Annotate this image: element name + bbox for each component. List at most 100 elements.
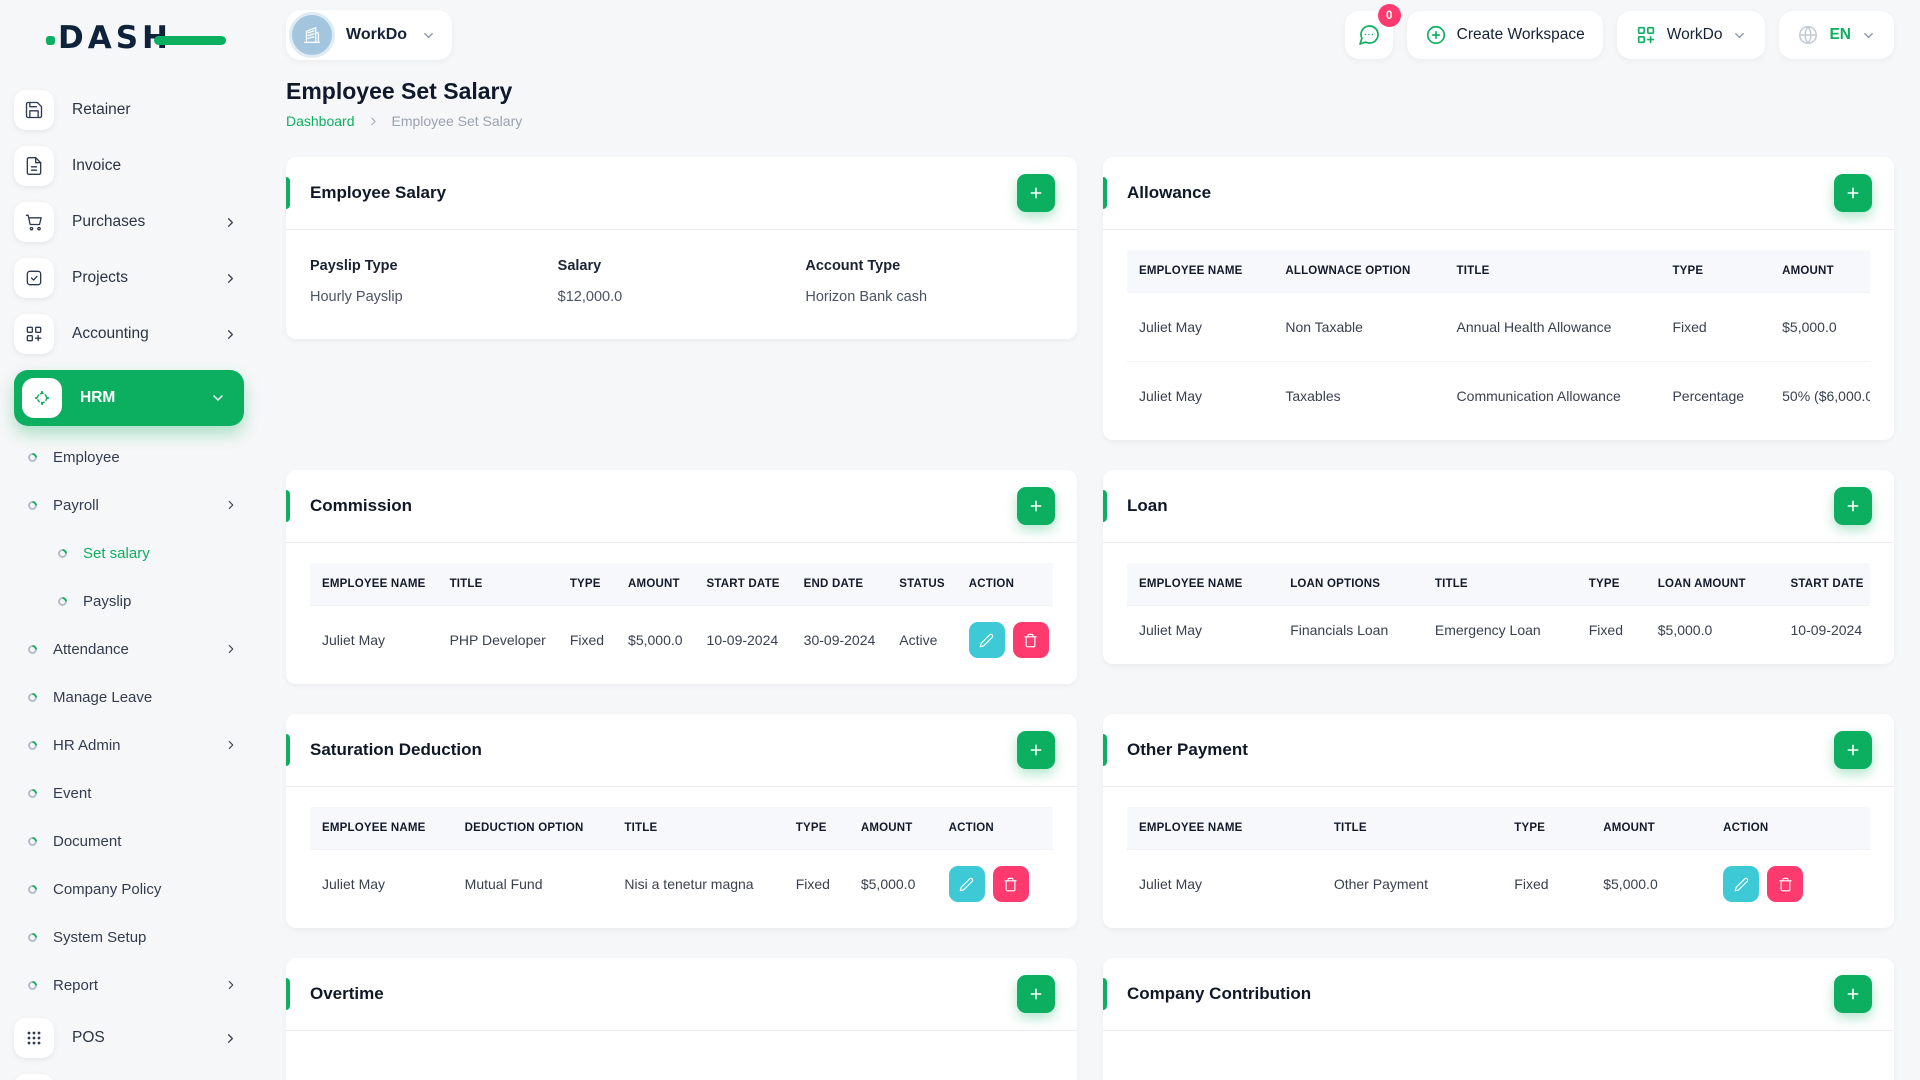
table-row: Juliet May Mutual Fund Nisi a tenetur ma…: [310, 849, 1053, 918]
language-selector[interactable]: EN: [1779, 11, 1894, 59]
type-cell: Percentage: [1660, 361, 1771, 430]
sidebar-item-manage-leave[interactable]: Manage Leave: [26, 682, 244, 712]
sidebar-item-pos[interactable]: POS: [14, 1018, 244, 1058]
add-saturation-deduction-button[interactable]: [1017, 731, 1055, 769]
end-date-cell: 30-09-2024: [791, 605, 888, 674]
employee-name-cell: Juliet May: [1127, 849, 1322, 918]
field-value: Horizon Bank cash: [805, 289, 928, 305]
title-cell: Communication Allowance: [1444, 361, 1661, 430]
column-header: START DATE: [1778, 563, 1870, 606]
sidebar-item-attendance[interactable]: Attendance: [26, 634, 244, 664]
sidebar-item-projects[interactable]: Projects: [14, 258, 244, 298]
sidebar-item-hrm[interactable]: HRM: [14, 370, 244, 426]
sidebar-item-label: POS: [72, 1029, 105, 1046]
allowance-card: Allowance EMPLOYEE NAME ALLOWNACE OPTION…: [1103, 157, 1894, 440]
other-payment-table: EMPLOYEE NAME TITLE TYPE AMOUNT ACTION J…: [1127, 807, 1870, 918]
saturation-deduction-table-container[interactable]: EMPLOYEE NAME DEDUCTION OPTION TITLE TYP…: [310, 807, 1053, 918]
column-header: TITLE: [1422, 563, 1577, 606]
workspace-selector[interactable]: WorkDo: [286, 10, 453, 60]
column-header: ACTION: [956, 563, 1053, 606]
sidebar-item-label: Attendance: [53, 640, 129, 658]
delete-button[interactable]: [1012, 622, 1049, 658]
workspace-name: WorkDo: [346, 26, 408, 43]
add-overtime-button[interactable]: [1017, 975, 1055, 1013]
sidebar-item-label: Event: [53, 784, 92, 802]
sidebar-item-retainer[interactable]: Retainer: [14, 90, 244, 130]
create-workspace-button[interactable]: Create Workspace: [1406, 11, 1603, 59]
bullet-icon: [26, 498, 39, 512]
allowance-option-cell: Taxables: [1273, 361, 1445, 430]
sidebar-item-label: Invoice: [72, 157, 122, 174]
chevron-right-icon: [367, 115, 380, 128]
employee-name-cell: Juliet May: [1127, 605, 1279, 654]
column-header: TYPE: [1660, 250, 1771, 293]
app-switcher-button[interactable]: WorkDo: [1616, 11, 1766, 59]
add-other-payment-button[interactable]: [1834, 731, 1872, 769]
messages-button[interactable]: 0: [1344, 4, 1401, 59]
loan-table: EMPLOYEE NAME LOAN OPTIONS TITLE TYPE LO…: [1127, 563, 1870, 654]
shopping-cart-icon: [14, 202, 54, 242]
sidebar-item-company-policy[interactable]: Company Policy: [26, 874, 244, 904]
floppy-disk-icon: [14, 90, 54, 130]
add-commission-button[interactable]: [1017, 487, 1055, 525]
breadcrumb-dashboard-link[interactable]: Dashboard: [286, 113, 355, 129]
column-header: STATUS: [887, 563, 957, 606]
edit-button[interactable]: [948, 866, 985, 902]
sidebar-item-crm[interactable]: CRM: [14, 1074, 244, 1080]
other-payment-card: Other Payment EMPLOYEE NAME TITLE TYPE A…: [1103, 714, 1894, 928]
column-header: ALLOWNACE OPTION: [1273, 250, 1445, 293]
type-cell: Fixed: [1660, 292, 1771, 362]
table-header-row: EMPLOYEE NAME DEDUCTION OPTION TITLE TYP…: [310, 807, 1053, 850]
sidebar-item-invoice[interactable]: Invoice: [14, 146, 244, 186]
add-employee-salary-button[interactable]: [1017, 174, 1055, 212]
card-header: Company Contribution: [1103, 958, 1894, 1031]
sidebar-item-payslip[interactable]: Payslip: [56, 586, 244, 616]
field-value: Hourly Payslip: [310, 289, 403, 305]
other-payment-table-container[interactable]: EMPLOYEE NAME TITLE TYPE AMOUNT ACTION J…: [1127, 807, 1870, 918]
sidebar-item-set-salary[interactable]: Set salary: [56, 538, 244, 568]
delete-button[interactable]: [992, 866, 1029, 902]
allowance-table: EMPLOYEE NAME ALLOWNACE OPTION TITLE TYP…: [1127, 250, 1870, 430]
column-header: TYPE: [783, 807, 849, 850]
add-loan-button[interactable]: [1834, 487, 1872, 525]
delete-button[interactable]: [1767, 866, 1804, 902]
table-header-row: EMPLOYEE NAME TITLE TYPE AMOUNT START DA…: [310, 563, 1053, 606]
add-company-contribution-button[interactable]: [1834, 975, 1872, 1013]
sidebar-item-accounting[interactable]: Accounting: [14, 314, 244, 354]
invoice-file-icon: [14, 146, 54, 186]
bullet-icon: [26, 882, 39, 896]
sidebar-item-report[interactable]: Report: [26, 970, 244, 1000]
sidebar-item-document[interactable]: Document: [26, 826, 244, 856]
sidebar-item-hr-admin[interactable]: HR Admin: [26, 730, 244, 760]
sidebar-item-purchases[interactable]: Purchases: [14, 202, 244, 242]
app-logo[interactable]: DASH: [46, 20, 226, 60]
loan-table-container[interactable]: EMPLOYEE NAME LOAN OPTIONS TITLE TYPE LO…: [1127, 563, 1870, 654]
card-title: Other Payment: [1127, 740, 1248, 759]
sidebar-item-label: Accounting: [72, 325, 149, 342]
allowance-table-container[interactable]: EMPLOYEE NAME ALLOWNACE OPTION TITLE TYP…: [1127, 250, 1870, 430]
edit-button[interactable]: [968, 622, 1005, 658]
logo-dash: [154, 36, 226, 45]
salary-field: Salary $12,000.0: [558, 258, 806, 305]
card-title: Commission: [310, 496, 413, 515]
add-allowance-button[interactable]: [1834, 174, 1872, 212]
allowance-option-cell: Non Taxable: [1273, 292, 1445, 362]
topbar-actions: 0 Create Workspace WorkDo EN: [1344, 4, 1894, 59]
edit-button[interactable]: [1723, 866, 1760, 902]
column-header: AMOUNT: [1591, 807, 1712, 850]
sidebar-item-employee[interactable]: Employee: [26, 442, 244, 472]
field-label: Salary: [557, 258, 602, 274]
column-header: AMOUNT: [848, 807, 937, 850]
column-header: LOAN AMOUNT: [1645, 563, 1779, 606]
sidebar-item-event[interactable]: Event: [26, 778, 244, 808]
column-header: TITLE: [1321, 807, 1503, 850]
overlapping-squares-icon: [14, 1074, 54, 1080]
sidebar-item-system-setup[interactable]: System Setup: [26, 922, 244, 952]
title-cell: PHP Developer: [437, 605, 558, 674]
column-header: AMOUNT: [1770, 250, 1870, 293]
title-cell: Nisi a tenetur magna: [612, 849, 784, 918]
commission-table-container[interactable]: EMPLOYEE NAME TITLE TYPE AMOUNT START DA…: [310, 563, 1053, 674]
sidebar-item-payroll[interactable]: Payroll: [26, 490, 244, 520]
sidebar-item-label: Projects: [72, 269, 128, 286]
column-header: TYPE: [1576, 563, 1646, 606]
